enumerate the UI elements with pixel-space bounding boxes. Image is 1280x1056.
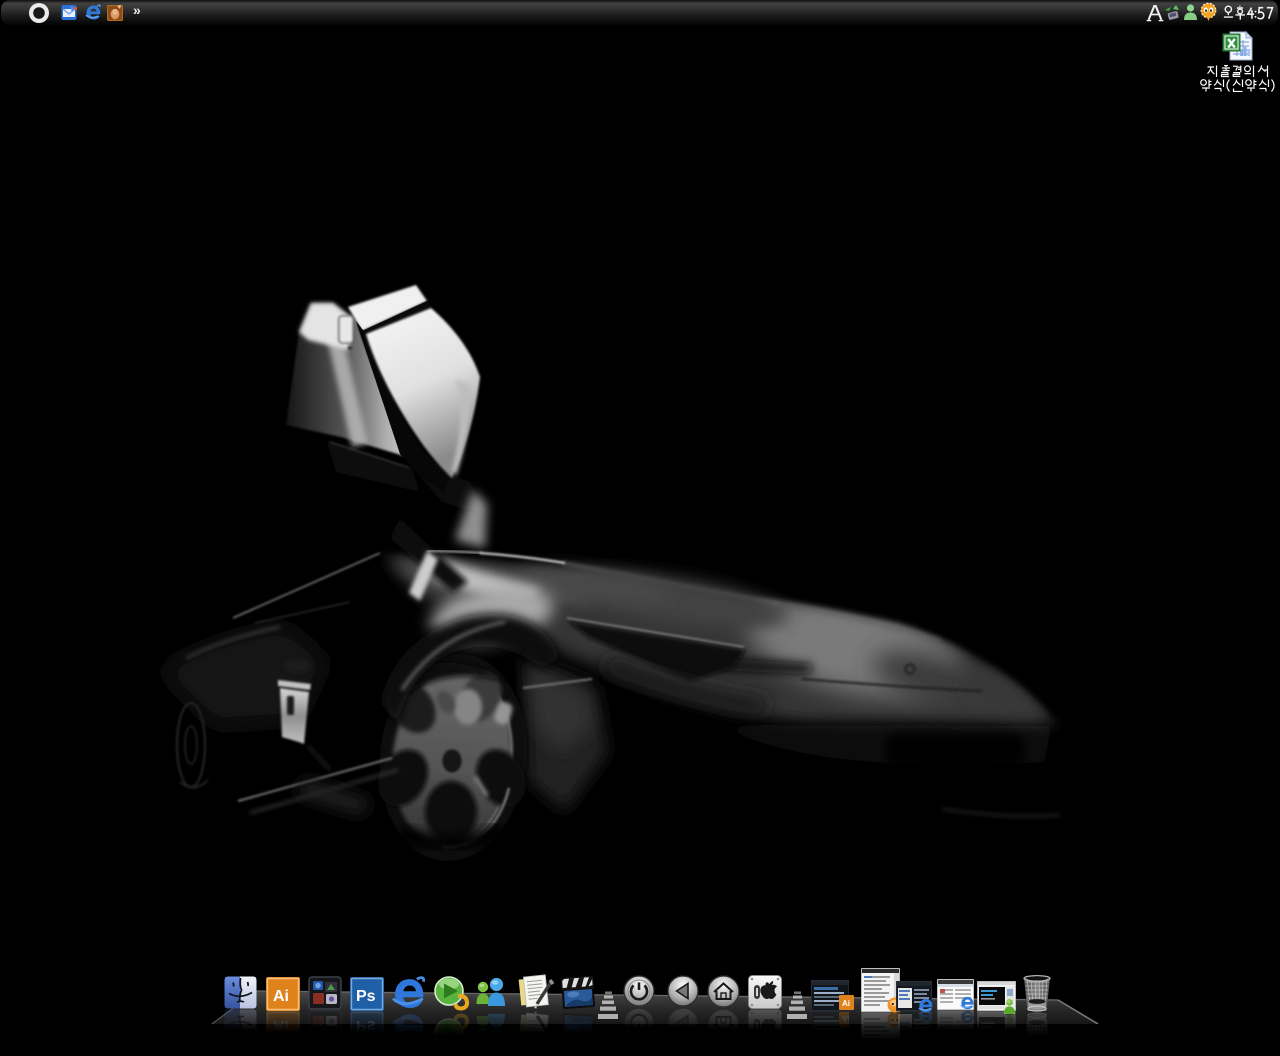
svg-text:Ai: Ai [842, 1014, 850, 1023]
svg-text:Ai: Ai [273, 1017, 289, 1034]
svg-text:»: » [133, 2, 141, 18]
svg-text:Ai: Ai [273, 988, 289, 1005]
svg-text:Ps: Ps [356, 988, 376, 1005]
svg-text:Ps: Ps [356, 1017, 376, 1034]
svg-text:Ai: Ai [842, 999, 850, 1008]
